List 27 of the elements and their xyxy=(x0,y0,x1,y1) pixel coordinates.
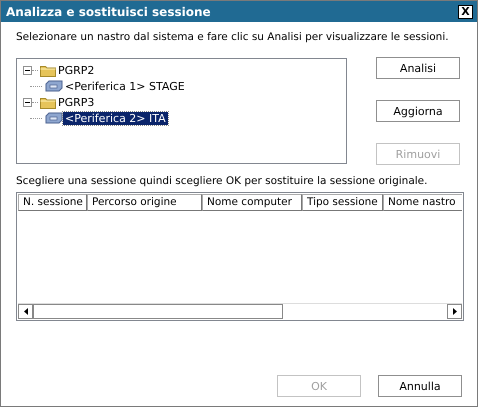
collapse-toggle[interactable] xyxy=(23,66,32,74)
column-header[interactable]: Nome computer xyxy=(202,194,302,211)
left-arrow-icon xyxy=(24,308,28,315)
column-header[interactable]: N. sessione xyxy=(18,194,87,211)
action-button[interactable]: Aggiorna xyxy=(376,100,460,122)
scrollbar-thumb[interactable] xyxy=(33,304,283,319)
folder-icon xyxy=(40,96,56,108)
tree-item[interactable]: PGRP2 xyxy=(56,64,96,76)
column-header[interactable]: Nome nastro xyxy=(383,194,462,211)
sessions-label: Scegliere una sessione quindi scegliere OK per sostituire la sessione originale. xyxy=(16,175,428,187)
folder-icon xyxy=(40,64,56,76)
window-title: Analizza e sostituisci sessione xyxy=(6,4,211,18)
tape-drive-icon xyxy=(45,80,63,92)
right-arrow-icon xyxy=(452,308,456,315)
tree-item[interactable]: <Periferica 2> ITA xyxy=(63,112,168,124)
instruction-text: Selezionare un nastro dal sistema e fare clic su Analisi per visualizzare le sessioni. xyxy=(16,31,450,43)
action-button[interactable]: Analisi xyxy=(376,57,460,79)
tree-item[interactable]: <Periferica 1> STAGE xyxy=(63,80,187,92)
column-header[interactable]: Tipo sessione xyxy=(302,194,383,211)
close-button[interactable]: X xyxy=(458,4,473,18)
collapse-toggle[interactable] xyxy=(23,98,32,106)
dialog-button[interactable]: Annulla xyxy=(378,375,462,397)
column-header[interactable]: Percorso origine xyxy=(87,194,202,211)
tape-drive-icon xyxy=(45,112,63,124)
tree-item[interactable]: PGRP3 xyxy=(56,96,96,108)
scroll-left-button[interactable] xyxy=(18,304,33,319)
scroll-right-button[interactable] xyxy=(447,304,462,319)
